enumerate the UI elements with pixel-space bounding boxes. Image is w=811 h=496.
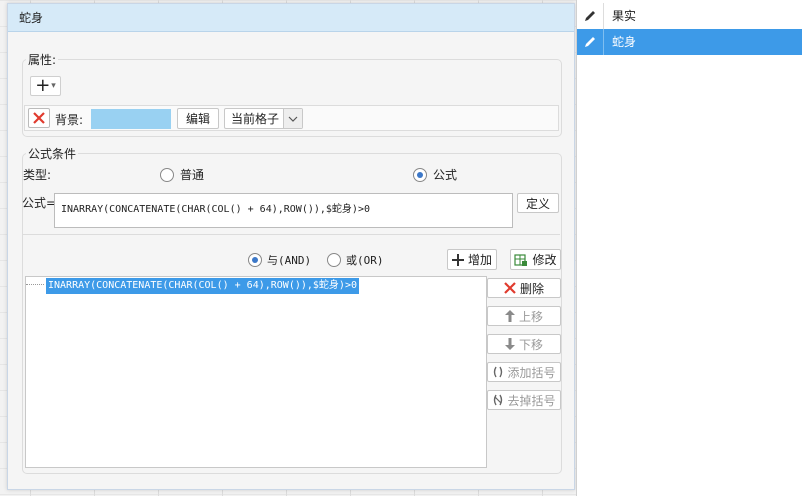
background-color-swatch[interactable] — [91, 109, 171, 129]
modify-condition-label: 修改 — [532, 253, 557, 267]
plus-icon: + — [35, 75, 51, 96]
add-condition-label: 增加 — [467, 253, 492, 267]
move-up-label: 上移 — [518, 309, 543, 324]
condition-item-snake-body[interactable]: 蛇身 — [577, 29, 802, 55]
condition-attribute-dialog: 蛇身 属性: + ▾ 背景: 编辑 当前格子 公式条件 类型: 普通 公式 公式… — [7, 3, 575, 490]
move-up-button[interactable]: 上移 — [487, 306, 561, 326]
define-formula-button[interactable]: 定义 — [517, 193, 559, 213]
radio-or[interactable] — [327, 253, 341, 267]
arrow-down-icon — [504, 338, 515, 350]
divider — [603, 29, 604, 55]
chevron-down-icon[interactable] — [283, 109, 302, 128]
add-bracket-button[interactable]: 添加括号 — [487, 362, 561, 382]
logic-option-or-label: 或(OR) — [346, 254, 384, 267]
formula-conditions-section-label: 公式条件 — [26, 145, 79, 162]
add-attribute-button[interactable]: + ▾ — [30, 76, 61, 96]
formula-label: 公式= — [22, 196, 57, 210]
radio-and[interactable] — [248, 253, 262, 267]
close-icon — [33, 112, 45, 124]
edit-background-button[interactable]: 编辑 — [177, 108, 219, 129]
radio-formula[interactable] — [413, 167, 427, 182]
dialog-title: 蛇身 — [8, 4, 574, 32]
arrow-up-icon — [504, 310, 515, 322]
add-bracket-label: 添加括号 — [507, 365, 556, 380]
condition-list[interactable]: INARRAY(CONCATENATE(CHAR(COL() + 64),ROW… — [25, 276, 487, 468]
type-option-normal-label: 普通 — [180, 168, 205, 182]
chevron-down-icon: ▾ — [51, 81, 56, 91]
plus-icon — [451, 253, 464, 266]
condition-item-snake-body-label: 蛇身 — [612, 35, 637, 49]
pencil-icon — [585, 37, 595, 47]
delete-condition-label: 删除 — [519, 281, 544, 296]
brackets-icon — [494, 366, 503, 378]
type-option-normal[interactable]: 普通 — [160, 166, 204, 183]
remove-bracket-label: 去掉括号 — [507, 393, 556, 408]
condition-item-fruit[interactable]: 果实 — [577, 3, 802, 29]
background-label: 背景: — [55, 113, 84, 127]
modify-condition-button[interactable]: 修改 — [510, 249, 561, 270]
logic-option-and[interactable]: 与(AND) — [248, 252, 311, 268]
edit-table-icon — [514, 253, 528, 266]
close-icon — [504, 282, 516, 294]
remove-bracket-button[interactable]: 去掉括号 — [487, 390, 561, 410]
delete-condition-button[interactable]: 删除 — [487, 278, 561, 298]
move-down-button[interactable]: 下移 — [487, 334, 561, 354]
formula-input[interactable]: INARRAY(CONCATENATE(CHAR(COL() + 64),ROW… — [54, 193, 513, 228]
move-down-label: 下移 — [518, 337, 543, 352]
remove-background-button[interactable] — [28, 108, 50, 128]
condition-item-fruit-label: 果实 — [612, 9, 637, 23]
pencil-icon — [585, 11, 595, 21]
attributes-section-label: 属性: — [26, 51, 59, 68]
add-condition-button[interactable]: 增加 — [447, 249, 497, 270]
condition-list-item[interactable]: INARRAY(CONCATENATE(CHAR(COL() + 64),ROW… — [46, 278, 359, 294]
radio-normal[interactable] — [160, 167, 174, 182]
condition-name-panel: 果实 蛇身 — [576, 0, 811, 496]
scope-select[interactable]: 当前格子 — [224, 108, 303, 129]
remove-brackets-icon — [494, 394, 503, 406]
type-option-formula[interactable]: 公式 — [413, 166, 457, 183]
type-option-formula-label: 公式 — [433, 168, 458, 182]
scope-select-value: 当前格子 — [231, 112, 280, 126]
logic-option-or[interactable]: 或(OR) — [327, 252, 384, 268]
divider — [603, 3, 604, 29]
logic-option-and-label: 与(AND) — [267, 254, 312, 267]
tree-connector — [26, 284, 44, 285]
type-label: 类型: — [23, 168, 52, 182]
divider — [23, 234, 560, 235]
